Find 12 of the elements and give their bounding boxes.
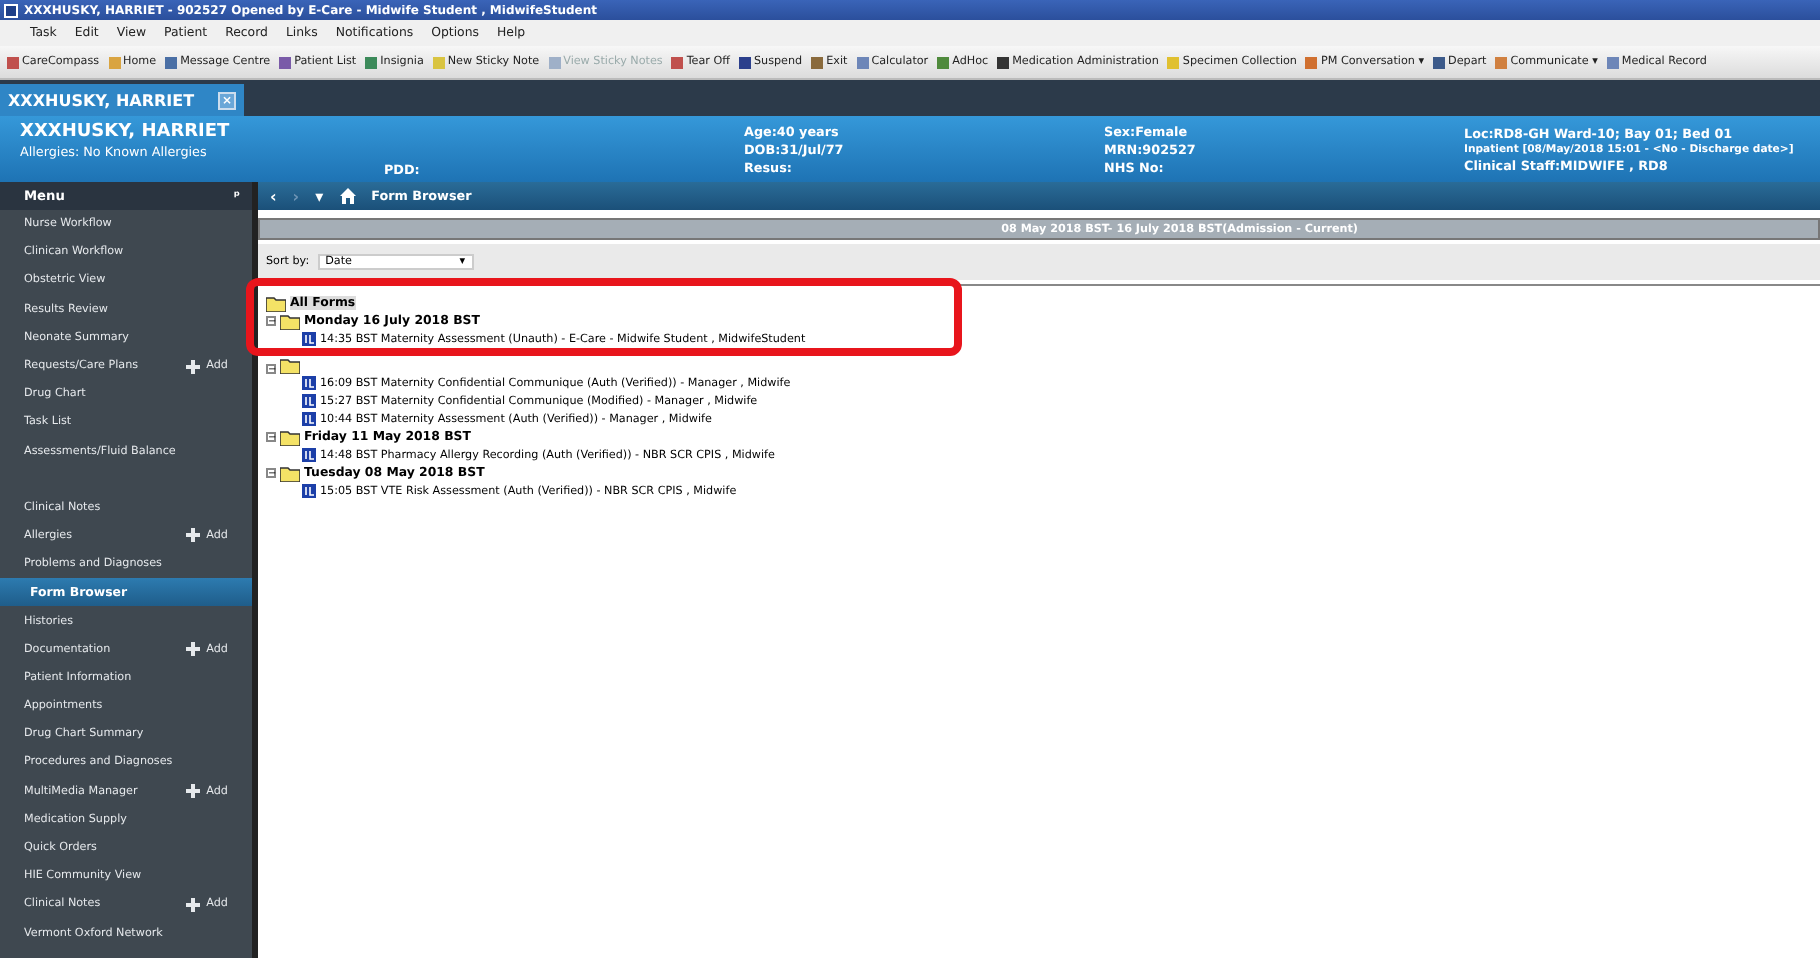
folder-icon — [280, 358, 300, 374]
form-icon — [302, 376, 316, 390]
home-icon[interactable] — [339, 188, 356, 204]
form-icon — [302, 448, 316, 462]
form-icon — [302, 412, 316, 426]
back-button[interactable]: ‹ — [270, 187, 277, 205]
form-icon — [302, 484, 316, 498]
form-icon — [302, 394, 316, 408]
patient-name: XXXHUSKY, HARRIET — [20, 121, 232, 141]
app-icon — [4, 3, 18, 17]
history-dropdown[interactable]: ▾ — [315, 187, 324, 205]
form-icon — [302, 332, 316, 346]
